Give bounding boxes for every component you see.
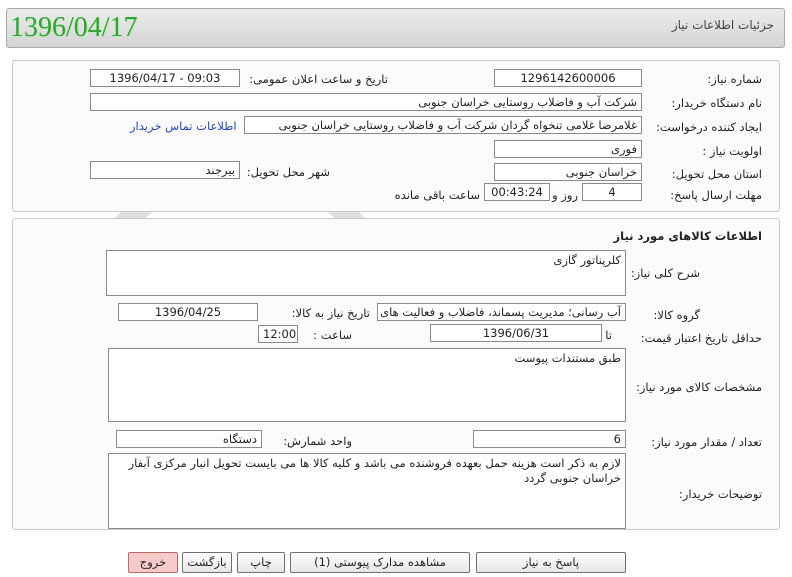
deadline-days-field: 4	[582, 183, 642, 201]
city-label: شهر محل تحویل:	[246, 165, 330, 179]
remaining-word: ساعت باقی مانده	[394, 188, 480, 202]
buyer-field: شرکت آب و فاضلاب روستایی خراسان جنوبی	[90, 93, 642, 111]
buyer-contact-link[interactable]: اطلاعات تماس خریدار	[130, 119, 237, 133]
time-label: ساعت :	[313, 328, 352, 342]
deadline-label: مهلت ارسال پاسخ:	[670, 188, 762, 202]
reply-button[interactable]: پاسخ به نیاز	[476, 552, 626, 573]
announce-date-label: تاریخ و ساعت اعلان عمومی:	[249, 72, 388, 86]
buyer-notes-label: توضیحات خریدار:	[678, 487, 762, 501]
deadline-time-field: 00:43:24	[484, 183, 550, 201]
province-field: خراسان جنوبی	[494, 163, 642, 181]
attachments-button[interactable]: مشاهده مدارک پیوستی (1)	[290, 552, 470, 573]
creator-label: ایجاد کننده درخواست:	[656, 120, 762, 134]
days-word: روز و	[552, 188, 578, 202]
creator-field: غلامرضا غلامی تنخواه گردان شرکت آب و فاض…	[244, 116, 642, 134]
description-field: کلرپناتور گازی	[106, 250, 626, 296]
province-label: استان محل تحویل:	[671, 167, 762, 181]
min-price-validity-label: حداقل تاریخ اعتبار قیمت:	[640, 331, 762, 345]
need-date-label: تاریخ نیاز به کالا:	[291, 306, 370, 320]
specs-field: طبق مستندات پیوست	[108, 348, 626, 422]
need-date-field: 1396/04/25	[118, 303, 258, 321]
priority-field: فوری	[494, 140, 642, 158]
city-field: بیرجند	[90, 161, 240, 179]
goods-section-title: اطلاعات کالاهای مورد نیاز	[613, 229, 762, 243]
goods-group-label: گروه کالا:	[653, 308, 700, 322]
print-button[interactable]: چاپ	[237, 552, 285, 573]
need-number-field: 1296142600006	[494, 69, 642, 87]
priority-label: اولویت نیاز :	[702, 144, 762, 158]
goods-group-field: آب رسانی؛ مدیریت پسماند، فاضلاب و فعالیت…	[377, 303, 626, 321]
buyer-label: نام دستگاه خریدار:	[671, 96, 762, 110]
need-number-label: شماره نیاز:	[707, 72, 762, 86]
announce-date-field: 1396/04/17 - 09:03	[90, 69, 240, 87]
unit-label: واحد شمارش:	[283, 434, 352, 448]
quantity-label: تعداد / مقدار مورد نیاز:	[651, 435, 762, 449]
back-button[interactable]: بازگشت	[182, 552, 232, 573]
quantity-field: 6	[473, 430, 626, 448]
buyer-notes-field: لازم به ذکر است هزینه حمل بعهده فروشنده …	[108, 453, 626, 529]
time-field: 12:00	[258, 325, 298, 343]
until-date-field: 1396/06/31	[430, 324, 602, 342]
exit-button[interactable]: خروج	[128, 552, 178, 573]
specs-label: مشخصات کالای مورد نیاز:	[635, 380, 762, 394]
unit-field: دستگاه	[116, 430, 262, 448]
header-date: 1396/04/17	[10, 12, 138, 43]
description-label: شرح کلی نیاز:	[630, 266, 700, 280]
page-title: جزئیات اطلاعات نیاز	[671, 18, 774, 32]
